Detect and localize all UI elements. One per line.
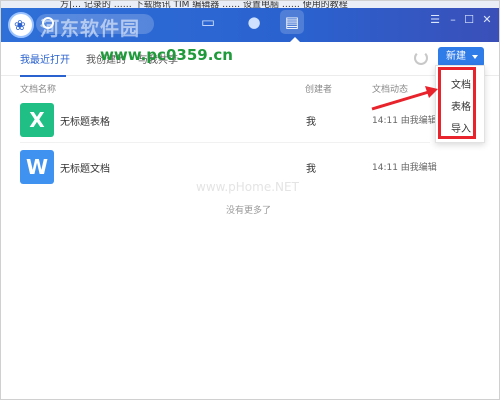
column-header-creator: 创建者 bbox=[305, 85, 333, 95]
file-activity: 14:11 由我编辑 bbox=[372, 116, 437, 126]
tab-bar: 我最近打开 我创建的 与我共享 www.pc0359.cn 新建 bbox=[0, 42, 500, 77]
new-button[interactable]: 新建 bbox=[438, 47, 484, 67]
nav-contacts-icon[interactable]: ● bbox=[242, 10, 266, 34]
file-creator: 我 bbox=[306, 164, 316, 175]
column-header-name: 文档名称 bbox=[20, 85, 57, 95]
logo-icon: ❀ bbox=[8, 12, 34, 38]
refresh-icon[interactable] bbox=[414, 51, 428, 65]
spreadsheet-icon: X bbox=[20, 103, 54, 137]
highlight-box bbox=[438, 67, 476, 139]
tim-docs-window: 方|… 记录的 …… 下载腾讯 TIM 编辑器 …… 设置电脑 …… 使用的教程… bbox=[0, 0, 500, 400]
caption-text: 方|… 记录的 …… 下载腾讯 TIM 编辑器 …… 设置电脑 …… 使用的教程 bbox=[60, 0, 348, 10]
title-bar: 方|… 记录的 …… 下载腾讯 TIM 编辑器 …… 设置电脑 …… 使用的教程… bbox=[0, 0, 500, 42]
file-creator: 我 bbox=[306, 117, 316, 128]
new-button-label: 新建 bbox=[446, 51, 466, 62]
maximize-icon[interactable]: ☐ bbox=[462, 13, 476, 27]
watermark-center: www.pHome.NET bbox=[196, 180, 299, 194]
close-icon[interactable]: ✕ bbox=[480, 13, 494, 27]
file-activity: 14:11 由我编辑 bbox=[372, 163, 437, 173]
empty-list-text: 没有更多了 bbox=[226, 206, 272, 216]
file-name: 无标题文档 bbox=[60, 164, 110, 175]
top-caption-strip: 方|… 记录的 …… 下载腾讯 TIM 编辑器 …… 设置电脑 …… 使用的教程 bbox=[0, 0, 500, 10]
menu-icon[interactable]: ☰ bbox=[428, 13, 442, 27]
tab-recent[interactable]: 我最近打开 bbox=[20, 51, 70, 77]
chevron-down-icon bbox=[472, 55, 478, 59]
watermark-url: www.pc0359.cn bbox=[100, 46, 233, 64]
watermark-title: 河东软件园 bbox=[40, 18, 141, 40]
row-divider bbox=[20, 142, 430, 143]
column-header-activity: 文档动态 bbox=[372, 85, 409, 95]
document-icon: W bbox=[20, 150, 54, 184]
nav-docs-icon[interactable]: ▤ bbox=[280, 10, 304, 42]
file-row[interactable]: X 无标题表格 我 14:11 由我编辑 bbox=[14, 99, 437, 143]
minimize-icon[interactable]: – bbox=[446, 13, 460, 27]
nav-chat-icon[interactable]: ▭ bbox=[196, 10, 220, 34]
file-name: 无标题表格 bbox=[60, 117, 110, 128]
